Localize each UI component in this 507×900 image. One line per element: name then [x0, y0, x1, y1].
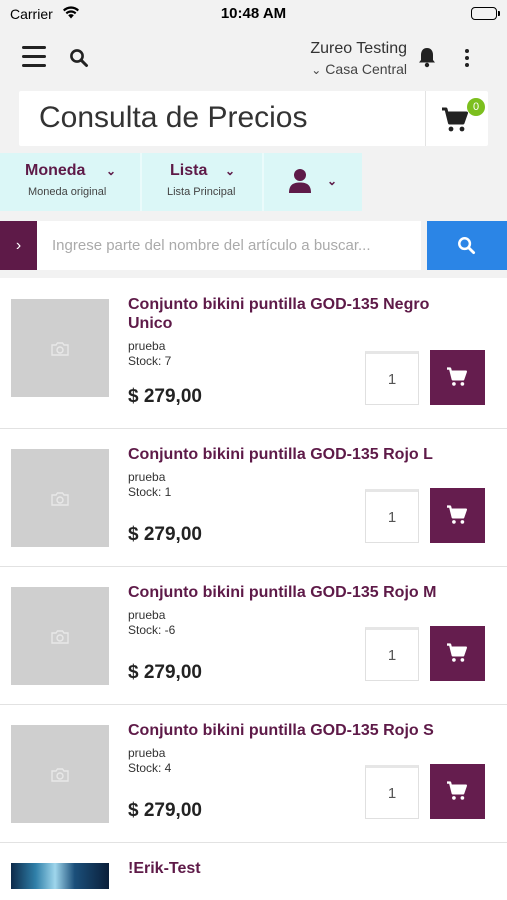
chevron-down-icon: ⌄ — [327, 174, 338, 188]
chevron-down-icon: ⌄ — [311, 63, 322, 77]
price-list-filter-label: Lista — [170, 162, 208, 179]
cart-icon — [447, 367, 467, 386]
chevron-down-icon: ⌄ — [106, 164, 117, 178]
product-description: prueba — [128, 339, 166, 353]
cart-icon — [447, 505, 467, 524]
customer-filter[interactable]: ⌄ — [264, 153, 362, 211]
currency-filter-value: Moneda original — [28, 186, 107, 198]
filter-bar: Moneda ⌄ Moneda original Lista ⌄ Lista P… — [0, 153, 362, 211]
product-stock: Stock: 7 — [128, 354, 172, 368]
branch-label: Casa Central — [325, 61, 407, 77]
camera-icon — [51, 768, 69, 782]
list-item[interactable]: Conjunto bikini puntilla GOD-135 Rojo L … — [0, 429, 507, 567]
add-to-cart-button[interactable] — [430, 350, 485, 405]
product-name[interactable]: Conjunto bikini puntilla GOD-135 Negro U… — [128, 295, 468, 333]
chevron-down-icon: ⌄ — [225, 164, 236, 178]
expand-filters-button[interactable]: › — [0, 221, 37, 270]
cart-icon — [442, 107, 468, 132]
cart-icon — [447, 781, 467, 800]
more-options-icon[interactable] — [461, 49, 473, 69]
list-item[interactable]: !Erik-Test — [0, 843, 507, 900]
quantity-input[interactable] — [365, 351, 419, 405]
search-icon — [458, 237, 476, 255]
title-card: Consulta de Precios 0 — [19, 91, 488, 146]
search-row: › — [0, 221, 507, 270]
bell-icon[interactable] — [417, 46, 437, 68]
search-icon[interactable] — [69, 48, 89, 68]
product-stock: Stock: 1 — [128, 485, 172, 499]
camera-icon — [51, 342, 69, 356]
product-list: Conjunto bikini puntilla GOD-135 Negro U… — [0, 278, 507, 900]
product-name[interactable]: !Erik-Test — [128, 859, 468, 878]
product-description: prueba — [128, 608, 166, 622]
list-item[interactable]: Conjunto bikini puntilla GOD-135 Negro U… — [0, 278, 507, 429]
product-price: $ 279,00 — [128, 662, 202, 683]
product-name[interactable]: Conjunto bikini puntilla GOD-135 Rojo M — [128, 583, 468, 602]
user-icon — [289, 169, 311, 193]
cart-count-badge: 0 — [467, 98, 485, 116]
product-image — [11, 587, 109, 685]
add-to-cart-button[interactable] — [430, 488, 485, 543]
product-image — [11, 725, 109, 823]
hamburger-menu-icon[interactable] — [22, 46, 46, 68]
quantity-input[interactable] — [365, 489, 419, 543]
clock: 10:48 AM — [220, 5, 287, 22]
cart-icon — [447, 643, 467, 662]
product-price: $ 279,00 — [128, 524, 202, 545]
product-name[interactable]: Conjunto bikini puntilla GOD-135 Rojo L — [128, 445, 468, 464]
chevron-right-icon: › — [15, 237, 22, 254]
search-input[interactable] — [37, 221, 421, 270]
product-stock: Stock: 4 — [128, 761, 172, 775]
product-name[interactable]: Conjunto bikini puntilla GOD-135 Rojo S — [128, 721, 468, 740]
camera-icon — [51, 630, 69, 644]
branch-selector[interactable]: ⌄ Casa Central — [280, 61, 407, 77]
price-list-filter[interactable]: Lista ⌄ Lista Principal — [142, 153, 262, 211]
product-price: $ 279,00 — [128, 386, 202, 407]
product-description: prueba — [128, 470, 166, 484]
list-item[interactable]: Conjunto bikini puntilla GOD-135 Rojo S … — [0, 705, 507, 843]
status-bar: Carrier 10:48 AM — [0, 0, 507, 30]
product-description: prueba — [128, 746, 166, 760]
product-image — [11, 299, 109, 397]
account-name: Zureo Testing — [310, 40, 407, 57]
camera-icon — [51, 492, 69, 506]
battery-icon — [471, 7, 500, 20]
product-image — [11, 449, 109, 547]
search-button[interactable] — [427, 221, 507, 270]
list-item[interactable]: Conjunto bikini puntilla GOD-135 Rojo M … — [0, 567, 507, 705]
product-image — [11, 863, 109, 889]
page-title: Consulta de Precios — [39, 101, 308, 134]
product-price: $ 279,00 — [128, 800, 202, 821]
product-stock: Stock: -6 — [128, 623, 176, 637]
price-list-filter-value: Lista Principal — [167, 186, 236, 198]
add-to-cart-button[interactable] — [430, 764, 485, 819]
add-to-cart-button[interactable] — [430, 626, 485, 681]
quantity-input[interactable] — [365, 765, 419, 819]
currency-filter-label: Moneda — [25, 162, 86, 179]
top-nav: Zureo Testing ⌄ Casa Central — [0, 30, 507, 86]
quantity-input[interactable] — [365, 627, 419, 681]
cart-button[interactable]: 0 — [426, 91, 488, 146]
currency-filter[interactable]: Moneda ⌄ Moneda original — [0, 153, 140, 211]
